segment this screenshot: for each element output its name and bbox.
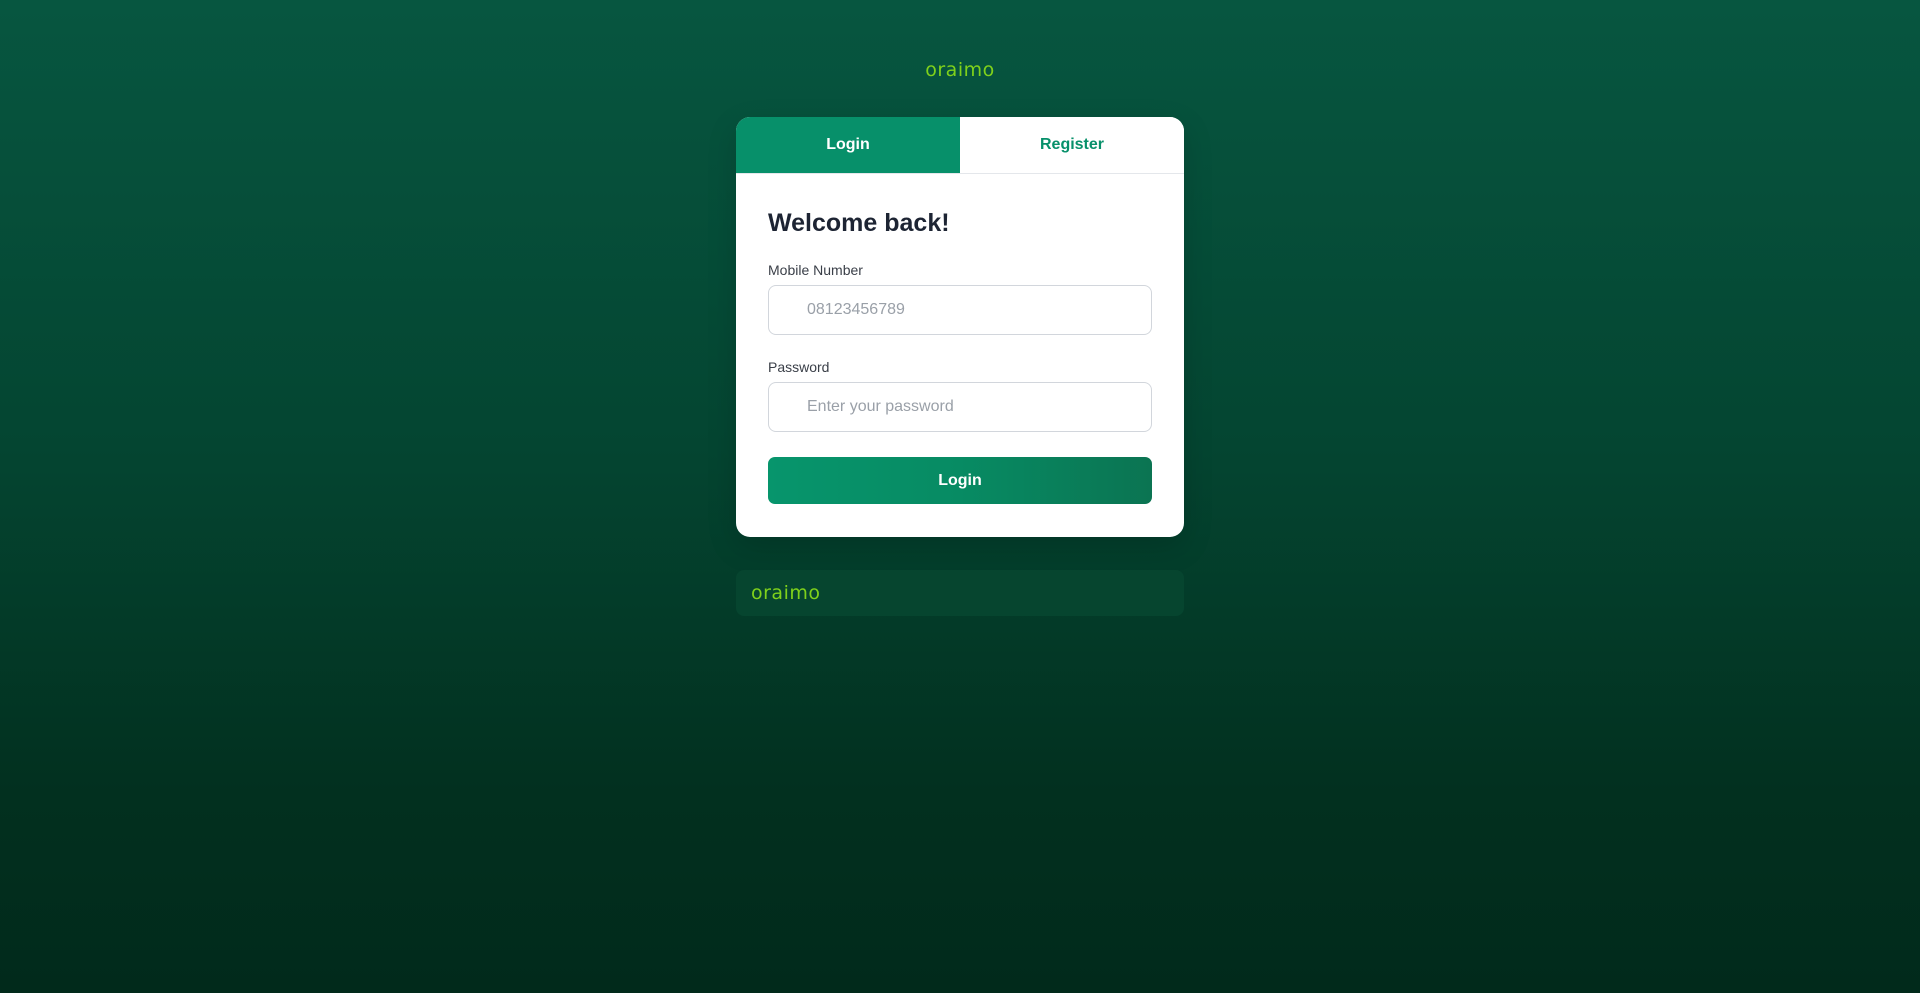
brand-logo-top: oraimo [925, 59, 995, 81]
mobile-number-field [768, 285, 1152, 335]
brand-logo-footer: oraimo [751, 582, 821, 604]
footer-bar: oraimo [736, 570, 1184, 616]
password-field [768, 382, 1152, 432]
password-label: Password [768, 359, 830, 375]
login-button[interactable]: Login [768, 457, 1152, 504]
auth-card: Login Register Welcome back! Mobile Numb… [736, 117, 1184, 537]
mobile-number-label: Mobile Number [768, 262, 863, 278]
mobile-number-input[interactable] [805, 300, 1151, 320]
login-form: Welcome back! Mobile Number Password Log… [736, 174, 1184, 536]
password-input[interactable] [805, 397, 1151, 417]
tab-register[interactable]: Register [960, 117, 1184, 173]
tab-login[interactable]: Login [736, 117, 960, 173]
page-title: Welcome back! [768, 209, 950, 237]
auth-tabs: Login Register [736, 117, 1184, 174]
